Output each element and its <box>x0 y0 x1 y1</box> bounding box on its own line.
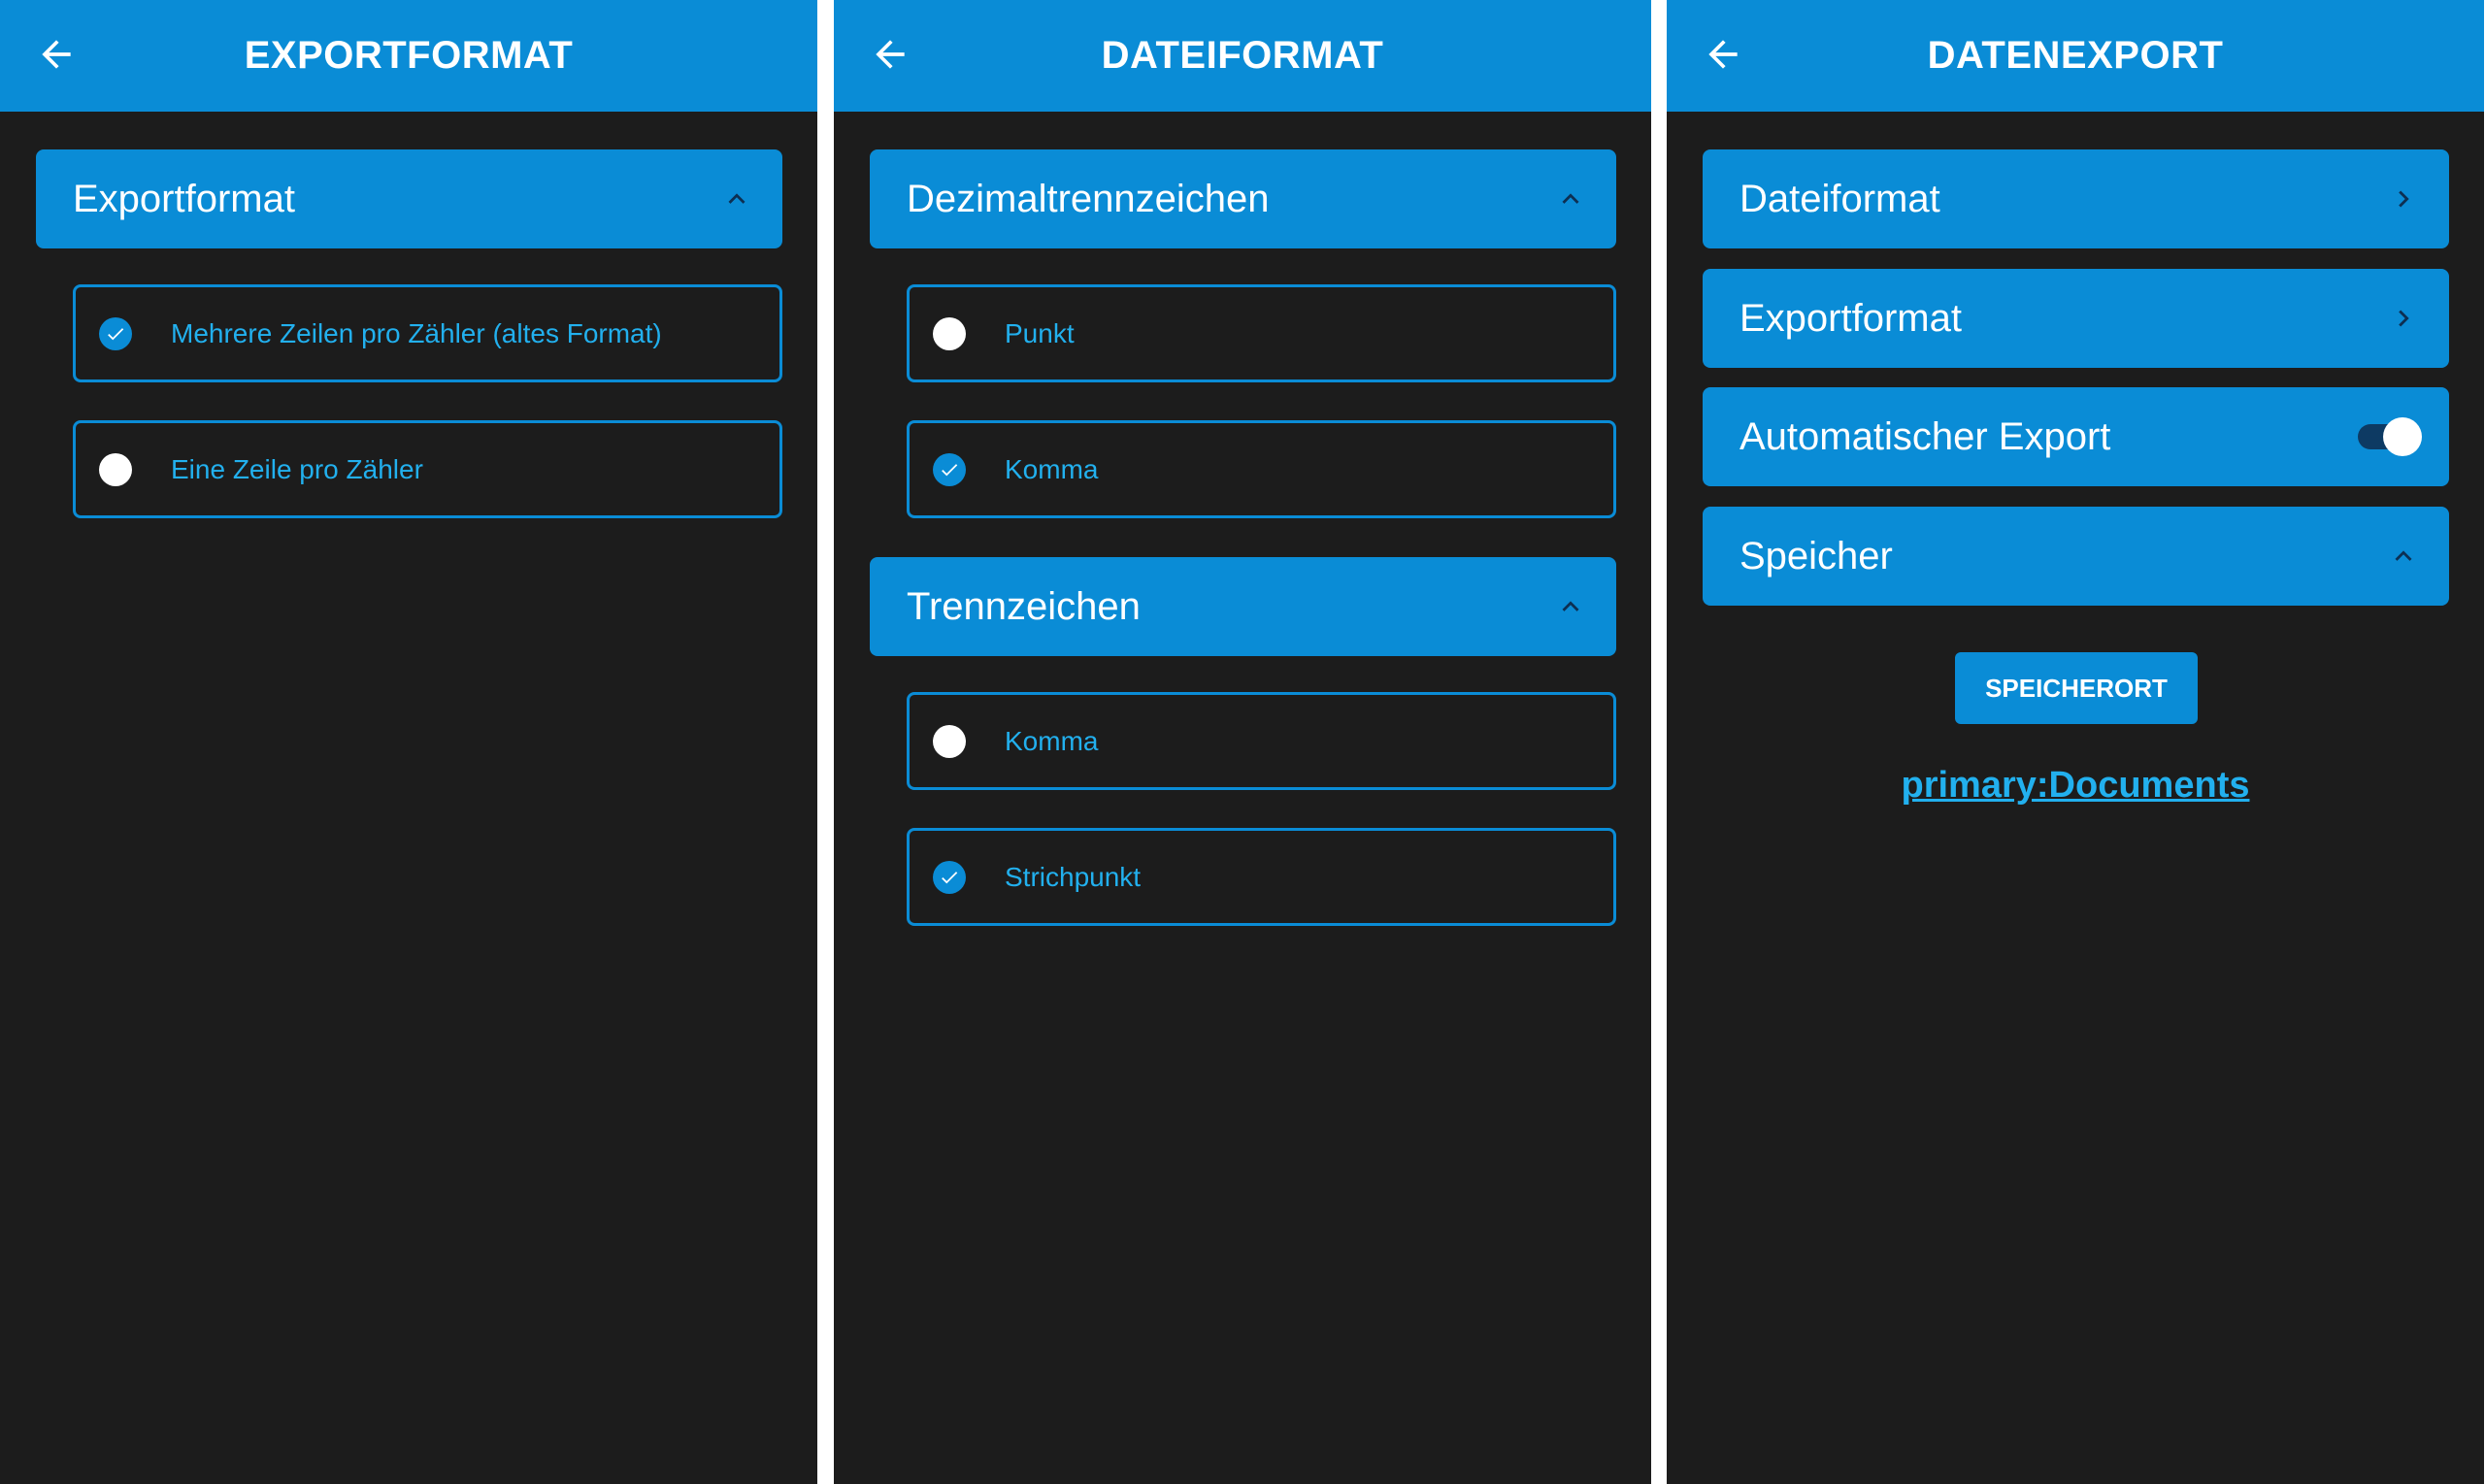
section-header-dezimaltrennzeichen[interactable]: Dezimaltrennzeichen <box>870 149 1616 248</box>
page-title: DATENEXPORT <box>1927 34 2224 77</box>
storage-path-link[interactable]: primary:Documents <box>1667 765 2484 807</box>
option-label: Eine Zeile pro Zähler <box>171 453 423 484</box>
chevron-right-icon <box>2399 310 2409 327</box>
back-arrow-icon[interactable] <box>869 33 911 76</box>
option-label: Punkt <box>1005 317 1075 348</box>
radio-option-komma-dezimal[interactable]: Komma <box>907 420 1616 518</box>
app-bar: DATEIFORMAT <box>834 0 1651 112</box>
section-label: Exportformat <box>73 177 295 220</box>
section-header-speicher[interactable]: Speicher <box>1703 507 2449 606</box>
radio-option-punkt[interactable]: Punkt <box>907 284 1616 382</box>
section-label: Speicher <box>1740 534 1893 577</box>
page-title: EXPORTFORMAT <box>244 34 574 77</box>
back-arrow-icon[interactable] <box>35 33 78 76</box>
radio-option-komma-trenn[interactable]: Komma <box>907 692 1616 790</box>
radio-option-mehrere-zeilen[interactable]: Mehrere Zeilen pro Zähler (altes Format) <box>73 284 782 382</box>
section-label: Trennzeichen <box>907 584 1141 628</box>
menu-item-exportformat[interactable]: Exportformat <box>1703 269 2449 368</box>
option-label: Komma <box>1005 453 1099 484</box>
chevron-up-icon <box>728 193 746 204</box>
radio-unchecked-icon <box>99 452 132 486</box>
screen-datenexport: DATENEXPORT Dateiformat Exportformat Aut… <box>1667 0 2484 1484</box>
screen-dateiformat: DATEIFORMAT Dezimaltrennzeichen Punkt Ko… <box>834 0 1651 1484</box>
section-header-trennzeichen[interactable]: Trennzeichen <box>870 557 1616 656</box>
chevron-up-icon <box>2395 550 2412 561</box>
menu-item-automatischer-export[interactable]: Automatischer Export <box>1703 387 2449 486</box>
menu-item-label: Dateiformat <box>1740 177 1940 220</box>
radio-checked-icon <box>933 860 966 894</box>
section-header-exportformat[interactable]: Exportformat <box>36 149 782 248</box>
radio-option-strichpunkt[interactable]: Strichpunkt <box>907 828 1616 926</box>
radio-unchecked-icon <box>933 316 966 350</box>
radio-option-eine-zeile[interactable]: Eine Zeile pro Zähler <box>73 420 782 518</box>
radio-checked-icon <box>99 316 132 350</box>
section-label: Dezimaltrennzeichen <box>907 177 1270 220</box>
back-arrow-icon[interactable] <box>1702 33 1744 76</box>
app-bar: EXPORTFORMAT <box>0 0 817 112</box>
page-title: DATEIFORMAT <box>1101 34 1384 77</box>
radio-unchecked-icon <box>933 724 966 758</box>
menu-item-dateiformat[interactable]: Dateiformat <box>1703 149 2449 248</box>
chevron-up-icon <box>1562 601 1579 611</box>
app-bar: DATENEXPORT <box>1667 0 2484 112</box>
toggle-thumb <box>2383 417 2422 456</box>
menu-item-label: Exportformat <box>1740 296 1962 340</box>
screen-exportformat: EXPORTFORMAT Exportformat Mehrere Zeilen… <box>0 0 817 1484</box>
auto-export-toggle[interactable] <box>2358 417 2422 456</box>
radio-checked-icon <box>933 452 966 486</box>
menu-item-label: Automatischer Export <box>1740 414 2111 458</box>
chevron-up-icon <box>1562 193 1579 204</box>
storage-location-button[interactable]: SPEICHERORT <box>1955 652 2198 724</box>
option-label: Mehrere Zeilen pro Zähler (altes Format) <box>171 317 662 348</box>
option-label: Strichpunkt <box>1005 861 1142 892</box>
option-label: Komma <box>1005 725 1099 756</box>
chevron-right-icon <box>2399 190 2409 208</box>
